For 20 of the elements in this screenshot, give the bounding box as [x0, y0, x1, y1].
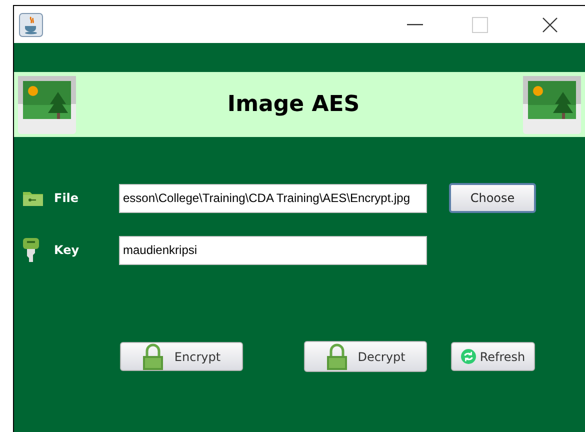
java-icon	[19, 12, 43, 36]
image-icon	[18, 76, 76, 134]
padlock-icon	[326, 342, 348, 370]
folder-icon	[23, 190, 43, 206]
refresh-button[interactable]: Refresh	[451, 342, 535, 371]
key-field[interactable]: maudienkripsi	[119, 236, 427, 264]
lock-button[interactable]: Decrypt	[304, 341, 427, 372]
padlock-icon	[142, 342, 164, 370]
close-icon	[542, 16, 558, 32]
key-icon	[23, 238, 39, 262]
image-icon	[523, 76, 581, 134]
maximize-icon	[472, 16, 488, 32]
field-label: Key	[53, 242, 80, 259]
app-title: Image AES	[227, 91, 360, 119]
lock-button[interactable]: Encrypt	[120, 342, 243, 371]
field-label: File	[53, 190, 80, 207]
choose-button[interactable]: Choose	[449, 183, 536, 213]
file-path-field[interactable]: esson\College\Training\CDA Training\AES\Encrypt.jpg	[119, 184, 427, 212]
refresh-icon	[460, 349, 476, 364]
minimize-icon	[407, 24, 423, 26]
